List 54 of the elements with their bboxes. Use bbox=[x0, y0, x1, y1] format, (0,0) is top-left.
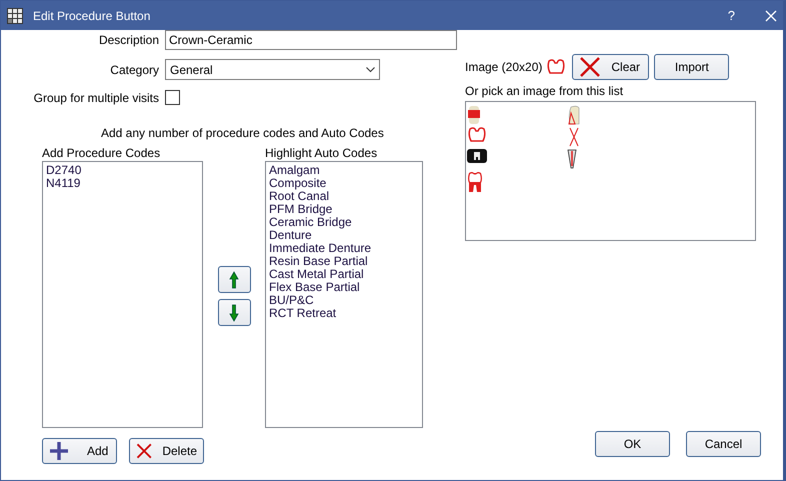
move-down-button[interactable] bbox=[218, 299, 250, 326]
tooth-crown-icon bbox=[467, 105, 481, 125]
list-item[interactable]: Amalgam bbox=[269, 164, 419, 177]
description-field[interactable]: Crown-Ceramic bbox=[165, 30, 457, 50]
window-title: Edit Procedure Button bbox=[33, 8, 152, 22]
help-button[interactable]: ? bbox=[728, 8, 735, 23]
root-canal-icon bbox=[567, 149, 577, 169]
list-label: Highlight Auto Codes bbox=[265, 146, 378, 160]
image-list-label: Or pick an image from this list bbox=[465, 84, 624, 98]
auto-codes-list[interactable]: Amalgam Composite Root Canal PFM Bridge Ceramic Bridge Denture Immediate Denture Resin Base Partial Cast Metal Partial Flex Base Partial BU/P&C RCT Retreat bbox=[265, 161, 423, 428]
cancel-button[interactable]: Cancel bbox=[686, 431, 761, 457]
field-label: Category bbox=[109, 62, 160, 76]
ok-button[interactable]: OK bbox=[595, 431, 670, 457]
grid-icon bbox=[7, 8, 23, 24]
list-item[interactable]: Root Canal bbox=[269, 190, 419, 203]
list-item[interactable]: Immediate Denture bbox=[269, 242, 419, 255]
x-ray-icon bbox=[467, 149, 487, 163]
list-item[interactable]: N4119 bbox=[46, 177, 199, 190]
list-item[interactable]: RCT Retreat bbox=[269, 307, 419, 320]
instruction-text: Add any number of procedure codes and Auto Codes bbox=[101, 126, 385, 140]
close-icon[interactable] bbox=[765, 10, 777, 22]
image-list[interactable] bbox=[465, 101, 756, 241]
tooth-roots-icon bbox=[467, 171, 483, 193]
chevron-icon bbox=[366, 66, 375, 72]
up-arrow-icon bbox=[229, 270, 239, 288]
list-item[interactable]: Resin Base Partial bbox=[269, 255, 419, 268]
x-icon bbox=[136, 441, 152, 461]
checkbox[interactable] bbox=[165, 90, 180, 105]
list-item[interactable]: BU/P&C bbox=[269, 294, 419, 307]
procedure-codes-list[interactable]: D2740 N4119 bbox=[42, 161, 203, 428]
plus-icon bbox=[49, 441, 69, 461]
crown-icon bbox=[467, 127, 487, 143]
move-up-button[interactable] bbox=[218, 266, 250, 293]
add-button[interactable]: Add bbox=[42, 438, 117, 464]
delete-button[interactable]: Delete bbox=[129, 438, 204, 464]
x-icon bbox=[579, 56, 602, 78]
list-item[interactable]: Denture bbox=[269, 229, 419, 242]
field-label: Description bbox=[98, 33, 160, 47]
list-item[interactable]: Composite bbox=[269, 177, 419, 190]
category-dropdown[interactable]: General bbox=[165, 59, 380, 80]
clear-button[interactable]: Clear bbox=[572, 54, 650, 80]
list-item[interactable]: Flex Base Partial bbox=[269, 281, 419, 294]
list-item[interactable]: Ceramic Bridge bbox=[269, 216, 419, 229]
image-label: Image (20x20) bbox=[465, 60, 542, 74]
tooth-outline-icon bbox=[567, 105, 581, 125]
list-item[interactable]: D2740 bbox=[46, 164, 199, 177]
list-item[interactable]: Cast Metal Partial bbox=[269, 268, 419, 281]
field-label: Group for multiple visits bbox=[32, 90, 160, 104]
crown-preview-icon bbox=[546, 59, 566, 75]
cross-mark-icon bbox=[567, 127, 581, 147]
down-arrow-icon bbox=[229, 304, 239, 322]
import-button[interactable]: Import bbox=[654, 54, 730, 80]
list-item[interactable]: PFM Bridge bbox=[269, 203, 419, 216]
list-label: Add Procedure Codes bbox=[42, 146, 162, 160]
